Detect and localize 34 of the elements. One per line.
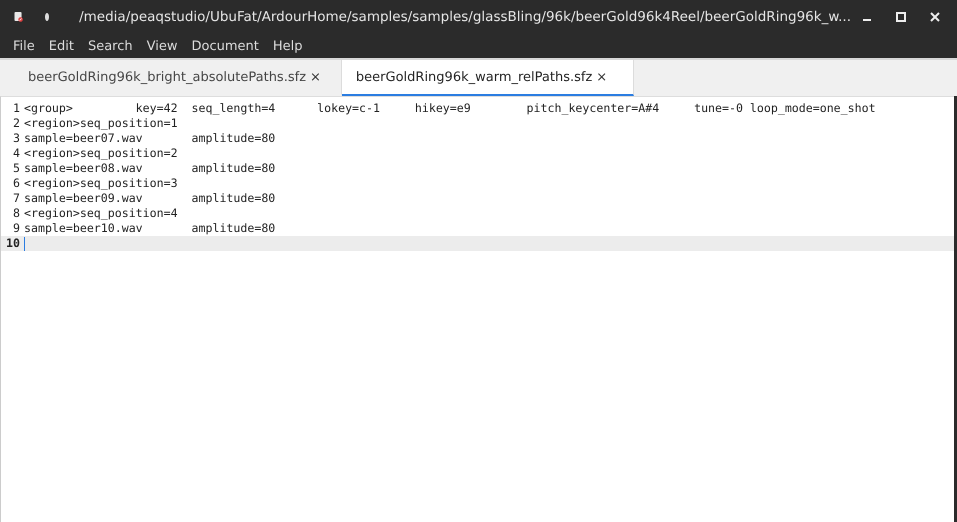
code-line: sample=beer09.wav amplitude=80: [24, 191, 276, 206]
text-cursor: [24, 237, 25, 251]
code-line: sample=beer07.wav amplitude=80: [24, 131, 276, 146]
menu-item[interactable]: Help: [266, 38, 310, 54]
code-line: <region>seq_position=4: [24, 206, 178, 221]
menu-item[interactable]: View: [140, 38, 184, 54]
tab-close-button[interactable]: ×: [596, 70, 608, 84]
code-line: <region>seq_position=1: [24, 116, 178, 131]
line-number: 9: [12, 221, 21, 236]
line-number: 8: [12, 206, 21, 221]
code-line: <region>seq_position=2: [24, 146, 178, 161]
line-number: 3: [12, 131, 21, 146]
close-icon[interactable]: [928, 10, 942, 24]
menu-item[interactable]: Search: [80, 38, 140, 54]
line-number: 5: [12, 161, 21, 176]
window-title: /media/peaqstudio/UbuFat/ArdourHome/samples/samples/glassBling/96k/beerGold96k4Reel/beerGoldRing96k_w...: [79, 9, 851, 25]
line-number: 6: [12, 176, 21, 191]
menu-item[interactable]: Edit: [42, 38, 81, 54]
code-line: <region>seq_position=3: [24, 176, 178, 191]
menu-item[interactable]: Document: [184, 38, 266, 54]
code-line: sample=beer10.wav amplitude=80: [24, 221, 276, 236]
tab-label: beerGoldRing96k_bright_absolutePaths.sfz: [28, 70, 306, 84]
menu-item[interactable]: File: [6, 38, 42, 54]
code-line: sample=beer08.wav amplitude=80: [24, 161, 276, 176]
line-number: 10: [5, 236, 21, 251]
maximize-icon[interactable]: [894, 10, 908, 24]
line-number: 1: [12, 101, 21, 116]
tab-label: beerGoldRing96k_warm_relPaths.sfz: [356, 70, 592, 84]
file-tab[interactable]: beerGoldRing96k_warm_relPaths.sfz ×: [342, 60, 634, 96]
tab-close-button[interactable]: ×: [310, 70, 321, 84]
line-number: 4: [12, 146, 21, 161]
line-number: 2: [12, 116, 21, 131]
line-number: 7: [12, 191, 21, 206]
code-line: <group> key=42 seq_length=4 lokey=c-1 hikey=e9 pitch_keycenter=A#4 tune=-0 loop_mode=one_shot: [24, 101, 876, 116]
